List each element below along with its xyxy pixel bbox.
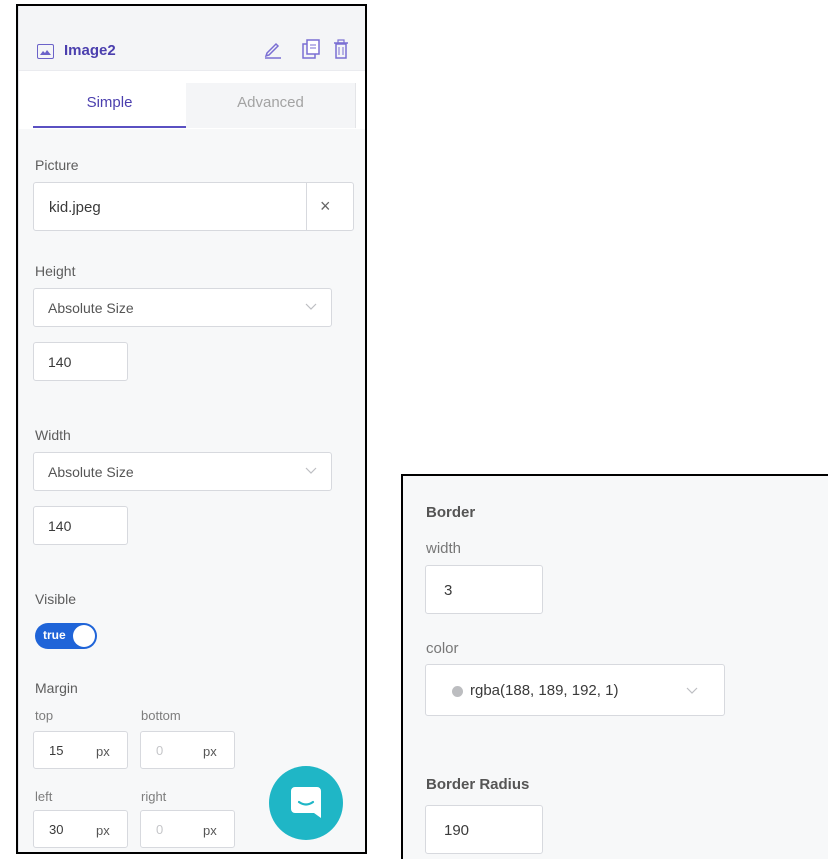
- duplicate-icon[interactable]: [301, 38, 321, 60]
- margin-label: Margin: [35, 680, 78, 696]
- chevron-down-icon: [305, 303, 317, 310]
- chevron-down-icon: [686, 687, 698, 694]
- width-mode-value: Absolute Size: [48, 464, 134, 480]
- margin-bottom-placeholder: 0: [156, 743, 164, 758]
- margin-top-unit: px: [96, 744, 110, 759]
- border-width-input[interactable]: 3: [425, 565, 543, 614]
- picture-field[interactable]: kid.jpeg ×: [33, 182, 354, 231]
- height-input[interactable]: 140: [33, 342, 128, 381]
- margin-left-input[interactable]: 30 px: [33, 810, 128, 848]
- component-header: Image2: [19, 6, 365, 71]
- border-color-select[interactable]: rgba(188, 189, 192, 1): [425, 664, 725, 716]
- chevron-down-icon: [305, 467, 317, 474]
- margin-right-label: right: [141, 789, 167, 804]
- visible-toggle-text: true: [43, 628, 66, 642]
- color-swatch: [452, 686, 463, 697]
- border-title: Border: [426, 504, 476, 521]
- margin-right-unit: px: [203, 823, 217, 838]
- margin-bottom-input[interactable]: 0 px: [140, 731, 235, 769]
- panel-tabs: Simple Advanced: [33, 83, 355, 128]
- image-icon: [37, 44, 54, 59]
- clear-picture-button[interactable]: ×: [320, 196, 331, 217]
- tab-simple[interactable]: Simple: [33, 83, 186, 128]
- trash-icon[interactable]: [331, 38, 351, 60]
- height-value: 140: [48, 354, 72, 370]
- height-label: Height: [35, 263, 76, 279]
- picture-value: kid.jpeg: [49, 199, 101, 216]
- border-radius-label: Border Radius: [426, 776, 530, 793]
- margin-left-value: 30: [49, 822, 64, 837]
- visible-toggle[interactable]: true: [35, 623, 97, 649]
- margin-top-label: top: [35, 708, 54, 723]
- width-value: 140: [48, 518, 72, 534]
- margin-right-placeholder: 0: [156, 822, 164, 837]
- border-width-label: width: [426, 540, 462, 557]
- margin-bottom-label: bottom: [141, 708, 181, 723]
- margin-bottom-unit: px: [203, 744, 217, 759]
- height-mode-select[interactable]: Absolute Size: [33, 288, 332, 327]
- tab-advanced[interactable]: Advanced: [186, 83, 355, 128]
- chat-icon: [291, 787, 321, 818]
- margin-left-unit: px: [96, 823, 110, 838]
- properties-panel: Image2 Simple Advanced Picture kid.jpeg …: [16, 4, 367, 854]
- border-width-value: 3: [444, 582, 453, 599]
- margin-left-label: left: [35, 789, 53, 804]
- picture-label: Picture: [35, 157, 79, 173]
- width-input[interactable]: 140: [33, 506, 128, 545]
- margin-right-input[interactable]: 0 px: [140, 810, 235, 848]
- border-radius-input[interactable]: 190: [425, 805, 543, 854]
- picture-field-divider: [306, 183, 307, 230]
- border-color-value: rgba(188, 189, 192, 1): [470, 682, 619, 699]
- width-label: Width: [35, 427, 71, 443]
- margin-top-value: 15: [49, 743, 64, 758]
- width-mode-select[interactable]: Absolute Size: [33, 452, 332, 491]
- visible-label: Visible: [35, 591, 76, 607]
- chat-launcher-button[interactable]: [269, 766, 343, 840]
- panel-content: Image2 Simple Advanced Picture kid.jpeg …: [18, 6, 365, 852]
- border-radius-value: 190: [444, 822, 470, 839]
- pencil-icon[interactable]: [263, 38, 283, 60]
- margin-top-input[interactable]: 15 px: [33, 731, 128, 769]
- border-panel: Border width 3 color rgba(188, 189, 192,…: [401, 474, 828, 859]
- border-color-label: color: [426, 640, 459, 657]
- tabs-divider: [355, 83, 356, 128]
- component-title: Image2: [64, 42, 116, 59]
- toggle-knob: [73, 625, 95, 647]
- height-mode-value: Absolute Size: [48, 300, 134, 316]
